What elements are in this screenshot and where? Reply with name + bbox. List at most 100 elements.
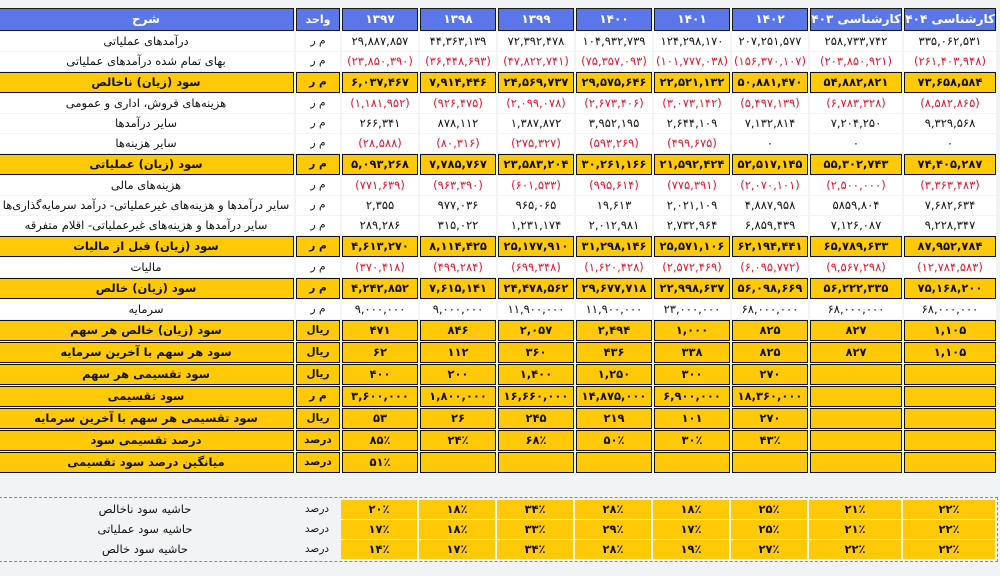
cell-value: ۸۲۷ <box>810 320 902 341</box>
margin-cell-value: ۱۸٪ <box>419 520 495 539</box>
cell-value: ۵۲,۵۱۷,۱۴۵ <box>732 154 808 175</box>
cell-value: ۶۸,۰۰۰,۰۰۰ <box>810 300 902 319</box>
cell-value <box>810 452 902 473</box>
table-row: ۵۱٪ درصد میانگین درصد سود تقسیمی <box>0 452 996 473</box>
cell-value: ۵,۰۹۳,۲۶۸ <box>342 154 418 175</box>
cell-value: ۲۷۰ <box>732 364 808 385</box>
margin-cell-value: ۲۲٪ <box>903 540 995 559</box>
cell-unit: م ر <box>296 32 340 51</box>
cell-unit: م ر <box>296 196 340 215</box>
cell-value: ۹,۰۰۰,۰۰۰ <box>342 300 418 319</box>
cell-unit: ریال <box>296 320 340 341</box>
cell-description: سود هر سهم با آخرین سرمایه <box>0 342 294 363</box>
cell-unit: ریال <box>296 342 340 363</box>
cell-value: ۰ <box>810 134 902 153</box>
cell-value: ۷,۷۸۵,۷۶۷ <box>420 154 496 175</box>
margin-cell-unit: درصد <box>295 500 339 519</box>
cell-value: ۲۵,۵۷۱,۱۰۶ <box>654 236 730 257</box>
cell-value: ۳,۹۵۲,۱۹۵ <box>576 114 652 133</box>
cell-value: ۵۶,۲۲۲,۳۳۵ <box>810 278 902 299</box>
cell-value: ۷,۱۳۲,۸۱۴ <box>732 114 808 133</box>
cell-description: میانگین درصد سود تقسیمی <box>0 452 294 473</box>
cell-value: ۵۴,۸۸۲,۸۲۱ <box>810 72 902 93</box>
cell-value: ۲,۳۵۵ <box>342 196 418 215</box>
cell-value: ۴۳۶ <box>576 342 652 363</box>
cell-value: ۱,۲۵۰ <box>576 364 652 385</box>
profit-margin-table: ۲۲٪ ۲۱٪ ۲۵٪ ۱۸٪ ۲۸٪ ۳۴٪ ۱۸٪ ۲۰٪ درصد حاشیه سود نا… <box>0 497 998 562</box>
cell-value: ۳۳۸ <box>654 342 730 363</box>
cell-value: ۵۰٪ <box>576 430 652 451</box>
cell-value <box>810 408 902 429</box>
cell-description: سود تقسیمی <box>0 386 294 407</box>
cell-value: (۵,۴۹۷,۱۳۹) <box>732 94 808 113</box>
table-row: ۱,۱۰۵ ۸۲۷ ۸۲۵ ۱,۰۰۰ ۲,۴۹۴ ۲,۰۵۷ ۸۴۶ ۴۷۱ ریال سود … <box>0 320 996 341</box>
cell-description: سود تقسیمی هر سهم <box>0 364 294 385</box>
cell-value: ۴,۶۱۳,۲۷۰ <box>342 236 418 257</box>
margin-cell-value: ۲۸٪ <box>575 500 651 519</box>
cell-value: ۱,۰۰۰ <box>654 320 730 341</box>
table-row: ۹,۳۲۹,۵۶۸ ۷,۲۰۴,۲۵۰ ۷,۱۳۲,۸۱۴ ۲,۶۴۴,۱۰۹ ۳,۹۵… <box>0 114 996 133</box>
margin-row: ۲۲٪ ۲۱٪ ۲۵٪ ۱۷٪ ۲۹٪ ۳۳٪ ۱۸٪ ۱۷٪ درصد حاشیه سود عم… <box>0 520 995 539</box>
cell-value: (۷۷۵,۳۹۱) <box>654 176 730 195</box>
margin-cell-value: ۱۷٪ <box>341 520 417 539</box>
cell-unit: ریال <box>296 408 340 429</box>
cell-description: درصد تقسیمی سود <box>0 430 294 451</box>
cell-value: ۸۵٪ <box>342 430 418 451</box>
cell-value: ۲۴۵ <box>498 408 574 429</box>
cell-value: ۱۰۱ <box>654 408 730 429</box>
cell-value: (۳۶,۴۴۸,۶۹۳) <box>420 52 496 71</box>
cell-value: (۲۸,۵۸۸) <box>342 134 418 153</box>
cell-value: (۱۵۶,۳۷۰,۱۰۷) <box>732 52 808 71</box>
cell-value: (۹۹۵,۶۱۴) <box>576 176 652 195</box>
cell-description: هزینه‌های فروش، اداری و عمومی <box>0 94 294 113</box>
cell-value: ۶۲ <box>342 342 418 363</box>
cell-unit: م ر <box>296 52 340 71</box>
cell-value: (۹,۵۶۷,۲۹۸) <box>810 258 902 277</box>
table-row: ۱,۱۰۵ ۸۲۷ ۸۲۵ ۳۳۸ ۴۳۶ ۳۶۰ ۱۱۲ ۶۲ ریال سود هر سهم … <box>0 342 996 363</box>
cell-value: ۷,۱۲۶,۰۸۷ <box>810 216 902 235</box>
cell-value: ۷۳,۶۵۸,۵۸۴ <box>904 72 996 93</box>
margin-cell-value: ۲۲٪ <box>903 520 995 539</box>
column-header-year-1401: ۱۴۰۱ <box>654 8 730 31</box>
cell-value: ۱,۱۰۵ <box>904 320 996 341</box>
cell-value: ۲۰۷,۲۵۱,۵۷۷ <box>732 32 808 51</box>
cell-value: ۸۴۶ <box>420 320 496 341</box>
cell-unit: م ر <box>296 386 340 407</box>
cell-value: (۲۳,۸۵۰,۳۹۰) <box>342 52 418 71</box>
cell-unit: م ر <box>296 258 340 277</box>
cell-value: ۳,۶۰۰,۰۰۰ <box>342 386 418 407</box>
cell-value: ۱۶,۶۶۰,۰۰۰ <box>498 386 574 407</box>
cell-value: ۲,۷۳۲,۹۶۴ <box>654 216 730 235</box>
cell-value: ۲۲,۵۲۱,۱۳۲ <box>654 72 730 93</box>
column-header-year-1399: ۱۳۹۹ <box>498 8 574 31</box>
cell-value: ۴۳٪ <box>732 430 808 451</box>
margin-cell-unit: درصد <box>295 540 339 559</box>
table-row: (۲۶۱,۴۰۳,۹۴۸) (۲۰۳,۸۵۰,۹۲۱) (۱۵۶,۳۷۰,۱۰۷)(… <box>0 52 996 71</box>
cell-value: (۶,۰۹۵,۷۷۲) <box>732 258 808 277</box>
margin-cell-value: ۲۵٪ <box>731 500 807 519</box>
cell-value: ۲۹,۸۸۷,۸۵۷ <box>342 32 418 51</box>
cell-unit: درصد <box>296 430 340 451</box>
cell-value: ۸۷,۹۵۲,۷۸۴ <box>904 236 996 257</box>
margin-cell-value: ۲۲٪ <box>809 540 901 559</box>
cell-unit: م ر <box>296 134 340 153</box>
cell-value: ۸۲۷ <box>810 342 902 363</box>
cell-value: ۱,۲۳۱,۱۷۴ <box>498 216 574 235</box>
cell-value: (۱,۶۲۰,۴۲۸) <box>576 258 652 277</box>
cell-value <box>420 452 496 473</box>
cell-description: مالیات <box>0 258 294 277</box>
cell-unit: م ر <box>296 236 340 257</box>
cell-value: ۲,۰۲۱,۱۰۹ <box>654 196 730 215</box>
cell-description: سود (زیان) خالص هر سهم <box>0 320 294 341</box>
margin-cell-description: حاشیه سود عملیاتی <box>0 520 293 539</box>
cell-value: ۵۱٪ <box>342 452 418 473</box>
cell-value <box>732 452 808 473</box>
table-row: ۳۳۵,۰۶۲,۵۳۱ ۲۵۸,۷۳۳,۷۴۲ ۲۰۷,۲۵۱,۵۷۷ ۱۲۴,۲۹۸… <box>0 32 996 51</box>
cell-value: ۷۵,۱۶۸,۲۰۰ <box>904 278 996 299</box>
table-row: (۱۲,۷۸۴,۵۸۳) (۹,۵۶۷,۲۹۸) (۶,۰۹۵,۷۷۲) (۲,۵۷۲… <box>0 258 996 277</box>
table-row: ۲۷۰ ۱۰۱ ۲۱۹ ۲۴۵ ۲۶ ۵۳ ریال سود تقسیمی هر سهم با… <box>0 408 996 429</box>
cell-value: ۵۵,۳۰۲,۷۴۳ <box>810 154 902 175</box>
cell-value: ۴,۸۸۷,۹۵۸ <box>732 196 808 215</box>
table-row: ۲۷۰ ۳۰۰ ۱,۲۵۰ ۱,۴۰۰ ۲۰۰ ۴۰۰ ریال سود تقسیمی هر … <box>0 364 996 385</box>
financial-statement-page: کارشناسی ۱۴۰۴ کارشناسی ۱۴۰۳ ۱۴۰۲ ۱۴۰۱ ۱۴… <box>0 0 1000 576</box>
